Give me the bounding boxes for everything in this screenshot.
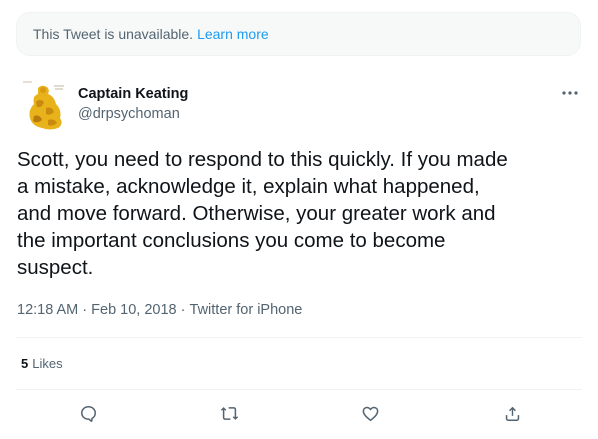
tweet-source[interactable]: Twitter for iPhone: [190, 302, 303, 318]
reply-icon: [80, 405, 96, 422]
share-button[interactable]: [501, 402, 523, 424]
more-options-button[interactable]: [558, 84, 582, 102]
meta-separator: ·: [78, 302, 92, 318]
avatar[interactable]: [20, 78, 70, 132]
author-name[interactable]: Captain Keating: [78, 86, 188, 102]
retweet-icon: [220, 406, 238, 420]
heart-icon: [362, 406, 378, 421]
retweet-button[interactable]: [218, 402, 240, 424]
likes-stat[interactable]: 5 Likes: [21, 356, 63, 371]
likes-label: Likes: [32, 356, 63, 371]
ellipsis-icon: [562, 91, 578, 95]
likes-count: 5: [21, 356, 29, 371]
yellow-figure-avatar-icon: [20, 78, 70, 132]
learn-more-link[interactable]: Learn more: [197, 26, 269, 42]
tweet-metadata: 12:18 AM · Feb 10, 2018 · Twitter for iP…: [17, 302, 302, 318]
share-icon: [505, 406, 519, 421]
unavailable-tweet-notice: This Tweet is unavailable. Learn more: [16, 12, 581, 56]
divider: [16, 389, 582, 390]
like-button[interactable]: [359, 402, 381, 424]
meta-separator: ·: [176, 302, 190, 318]
reply-button[interactable]: [77, 402, 99, 424]
tweet-date[interactable]: Feb 10, 2018: [91, 302, 176, 318]
tweet-time[interactable]: 12:18 AM: [17, 302, 78, 318]
tweet-text: Scott, you need to respond to this quick…: [17, 148, 508, 279]
divider: [16, 337, 582, 338]
unavailable-message: This Tweet is unavailable.: [33, 26, 194, 42]
author-handle[interactable]: @drpsychoman: [78, 106, 180, 122]
